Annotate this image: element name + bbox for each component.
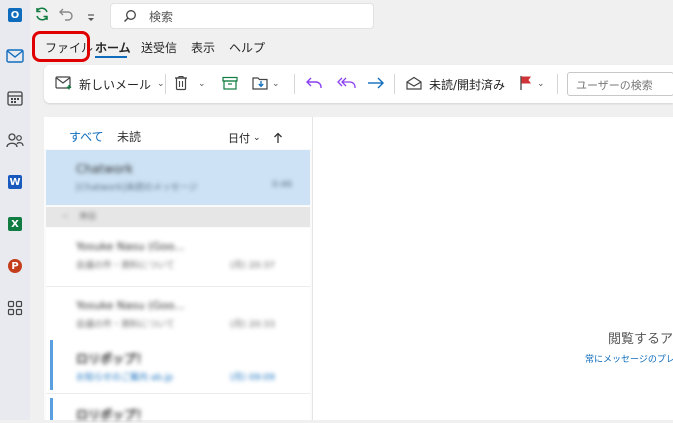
new-mail-label: 新しいメール xyxy=(79,77,152,92)
arrow-up-icon xyxy=(273,129,283,148)
calendar-icon[interactable] xyxy=(4,87,26,109)
mark-read-unread-label: 未読/開封済み xyxy=(429,77,506,92)
user-search-input[interactable]: ユーザーの検索 xyxy=(567,72,673,96)
mail-icon[interactable] xyxy=(4,45,26,67)
message-time: (月) 09:09 xyxy=(230,373,275,383)
message-item-selected[interactable]: Chatwork [Chatwork]未読のメッセージ 0:46 xyxy=(46,150,310,205)
excel-icon[interactable]: X xyxy=(4,213,26,235)
mark-read-unread-button[interactable]: 未読/開封済み xyxy=(406,65,505,103)
message-item-unread[interactable]: ロリポップ！ xyxy=(46,394,310,422)
outlook-logo-icon: O xyxy=(4,4,26,26)
reply-icon xyxy=(305,76,323,93)
tab-help[interactable]: ヘルプ xyxy=(229,39,265,56)
unread-indicator xyxy=(50,398,53,420)
group-label: 昨日 xyxy=(80,212,96,221)
apps-icon[interactable] xyxy=(4,297,26,319)
group-header[interactable]: ⌄ 昨日 xyxy=(46,207,310,227)
message-time: 0:46 xyxy=(272,180,293,190)
undo-icon[interactable] xyxy=(58,6,74,26)
filter-unread-tab[interactable]: 未読 xyxy=(117,128,141,145)
message-preview: お知らせのご案内 ab.jp xyxy=(76,373,173,383)
divider xyxy=(557,74,558,94)
message-time: (月) 20:37 xyxy=(230,261,275,271)
move-button[interactable]: ⌄ xyxy=(252,65,280,103)
message-preview: [Chatwork]未読のメッセージ xyxy=(76,183,198,193)
filter-all-tab[interactable]: すべて xyxy=(69,128,104,145)
message-preview: 会議の件・資料について xyxy=(76,261,175,271)
reading-pane: 閲覧するア 常にメッセージのプレビ xyxy=(312,117,673,420)
message-sender: Yosuke Nasu (Goo... xyxy=(76,299,185,312)
chevron-down-icon: ⌄ xyxy=(157,79,165,89)
new-mail-icon xyxy=(55,75,73,93)
reply-button[interactable] xyxy=(305,65,323,103)
tab-home-underline xyxy=(95,56,127,58)
word-icon[interactable]: W xyxy=(4,171,26,193)
chevron-down-icon: ⌄ xyxy=(198,79,206,89)
trash-icon xyxy=(174,75,188,94)
message-sender: ロリポップ！ xyxy=(76,352,149,366)
envelope-open-icon xyxy=(406,76,422,93)
archive-icon xyxy=(222,76,238,93)
search-icon xyxy=(123,8,137,27)
reply-all-icon xyxy=(336,76,356,93)
archive-button[interactable] xyxy=(222,65,238,103)
sync-icon[interactable] xyxy=(34,6,50,26)
file-tab-highlight xyxy=(32,31,90,62)
tab-view[interactable]: 表示 xyxy=(191,39,215,56)
chevron-down-icon: ⌄ xyxy=(62,210,69,219)
delete-button[interactable]: ⌄ xyxy=(174,65,206,103)
user-search-placeholder: ユーザーの検索 xyxy=(576,79,653,92)
flag-button[interactable]: ⌄ xyxy=(519,65,545,103)
people-icon[interactable] xyxy=(4,129,26,151)
divider xyxy=(165,74,166,94)
sort-by-date-button[interactable]: 日付 ⌄ xyxy=(228,130,261,146)
quick-access-dropdown-icon[interactable] xyxy=(86,8,96,27)
tab-send-receive[interactable]: 送受信 xyxy=(141,39,177,56)
message-time: (月) 20:33 xyxy=(230,320,275,330)
message-sender: Chatwork xyxy=(76,162,134,176)
app-rail: O W X P xyxy=(0,0,30,420)
move-to-folder-icon xyxy=(252,75,270,94)
unread-indicator xyxy=(50,340,53,390)
search-box[interactable]: 検索 xyxy=(110,3,374,29)
divider xyxy=(294,74,295,94)
reading-empty-title: 閲覧するア xyxy=(608,332,673,347)
divider xyxy=(394,74,395,94)
chevron-down-icon: ⌄ xyxy=(537,79,545,89)
message-sender: Yosuke Nasu (Goo... xyxy=(76,240,185,253)
forward-button[interactable] xyxy=(367,65,385,103)
chevron-down-icon: ⌄ xyxy=(253,133,261,143)
powerpoint-icon[interactable]: P xyxy=(4,255,26,277)
chevron-down-icon: ⌄ xyxy=(272,79,280,89)
message-sender: ロリポップ！ xyxy=(76,408,149,422)
flag-icon xyxy=(519,75,533,94)
message-preview: 会議の件・資料について xyxy=(76,320,175,330)
sort-label: 日付 xyxy=(228,132,250,145)
message-item[interactable]: Yosuke Nasu (Goo... 会議の件・資料について (月) 20:3… xyxy=(46,228,310,287)
new-mail-button[interactable]: 新しいメール ⌄ xyxy=(55,65,165,103)
tab-home[interactable]: ホーム xyxy=(95,39,131,56)
search-placeholder: 検索 xyxy=(149,10,174,24)
reading-empty-hint[interactable]: 常にメッセージのプレビ xyxy=(585,352,673,365)
sort-direction-button[interactable] xyxy=(273,129,283,148)
forward-icon xyxy=(367,76,385,93)
message-item-unread[interactable]: ロリポップ！ お知らせのご案内 ab.jp (月) 09:09 xyxy=(46,336,310,394)
reply-all-button[interactable] xyxy=(336,65,356,103)
ribbon-toolbar: 新しいメール ⌄ ⌄ ⌄ 未読/開封済み ⌄ ユーザーの検索 xyxy=(44,65,673,103)
